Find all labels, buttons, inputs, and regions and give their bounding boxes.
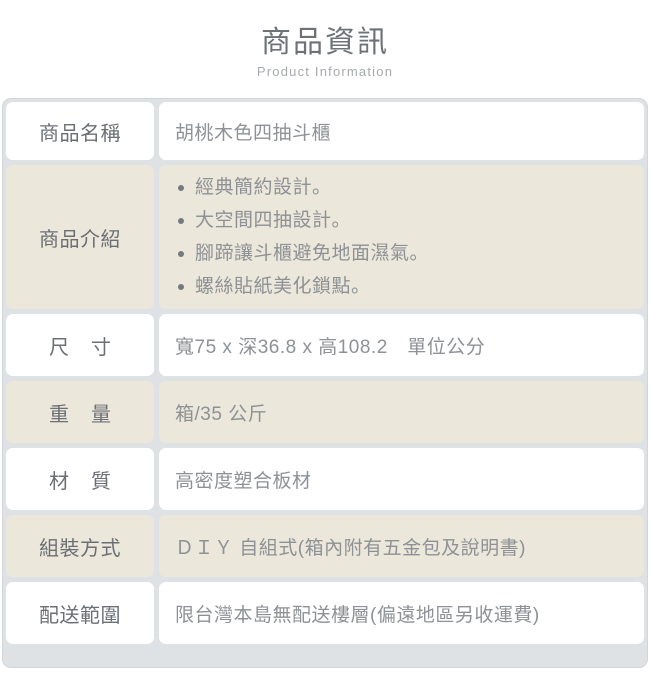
table-row: 商品介紹 經典簡約設計。 大空間四抽設計。 腳蹄讓斗櫃避免地面濕氣。 螺絲貼紙美化鎖點。: [6, 165, 644, 309]
list-item: 大空間四抽設計。: [175, 204, 632, 237]
row-value-text: 胡桃木色四抽斗櫃: [175, 122, 332, 144]
row-label-text: 組裝方式: [39, 537, 121, 560]
row-value-text: 箱/35 公斤: [175, 403, 268, 425]
row-label-cell: 商品名稱: [6, 102, 154, 160]
row-value-text: 寬75 x 深36.8 x 高108.2 單位公分: [175, 336, 486, 358]
row-value-cell: 箱/35 公斤: [159, 381, 644, 443]
list-item: 螺絲貼紙美化鎖點。: [175, 270, 632, 303]
row-value-cell: 經典簡約設計。 大空間四抽設計。 腳蹄讓斗櫃避免地面濕氣。 螺絲貼紙美化鎖點。: [159, 165, 644, 309]
row-label-text: 重量: [49, 403, 133, 426]
row-label-text: 商品名稱: [39, 122, 121, 145]
row-value-text: 高密度塑合板材: [175, 470, 312, 492]
specification-table: 商品名稱 胡桃木色四抽斗櫃商品介紹 經典簡約設計。 大空間四抽設計。 腳蹄讓斗櫃避免地面…: [2, 98, 648, 668]
table-row: 配送範圍 限台灣本島無配送樓層(偏遠地區另收運費): [6, 582, 644, 644]
product-information-page: 商品資訊 Product Information 商品名稱 胡桃木色四抽斗櫃商品介…: [0, 0, 650, 680]
list-item: 腳蹄讓斗櫃避免地面濕氣。: [175, 237, 632, 270]
row-label-cell: 材質: [6, 448, 154, 510]
row-value-text: ＤＩＹ 自組式(箱內附有五金包及說明書): [175, 537, 526, 559]
feature-bullet-list: 經典簡約設計。 大空間四抽設計。 腳蹄讓斗櫃避免地面濕氣。 螺絲貼紙美化鎖點。: [175, 171, 632, 303]
row-value-text: 限台灣本島無配送樓層(偏遠地區另收運費): [175, 604, 540, 626]
row-label-cell: 配送範圍: [6, 582, 154, 644]
row-label-cell: 尺寸: [6, 314, 154, 376]
row-value-cell: 寬75 x 深36.8 x 高108.2 單位公分: [159, 314, 644, 376]
list-item: 經典簡約設計。: [175, 171, 632, 204]
row-value-cell: 胡桃木色四抽斗櫃: [159, 102, 644, 160]
table-row: 材質 高密度塑合板材: [6, 448, 644, 510]
table-row: 重量 箱/35 公斤: [6, 381, 644, 443]
row-label-cell: 重量: [6, 381, 154, 443]
row-label-text: 材質: [49, 470, 133, 493]
page-subtitle: Product Information: [256, 64, 394, 79]
row-label-text: 商品介紹: [39, 228, 121, 251]
row-value-cell: 高密度塑合板材: [159, 448, 644, 510]
table-row: 組裝方式 ＤＩＹ 自組式(箱內附有五金包及說明書): [6, 515, 644, 577]
row-label-cell: 商品介紹: [6, 165, 154, 309]
page-title: 商品資訊: [261, 26, 389, 59]
row-label-cell: 組裝方式: [6, 515, 154, 577]
table-row: 商品名稱 胡桃木色四抽斗櫃: [6, 102, 644, 160]
row-label-text: 尺寸: [49, 336, 133, 359]
page-header: 商品資訊 Product Information: [0, 0, 650, 81]
row-value-cell: ＤＩＹ 自組式(箱內附有五金包及說明書): [159, 515, 644, 577]
row-value-cell: 限台灣本島無配送樓層(偏遠地區另收運費): [159, 582, 644, 644]
table-row: 尺寸 寬75 x 深36.8 x 高108.2 單位公分: [6, 314, 644, 376]
row-label-text: 配送範圍: [39, 604, 121, 627]
